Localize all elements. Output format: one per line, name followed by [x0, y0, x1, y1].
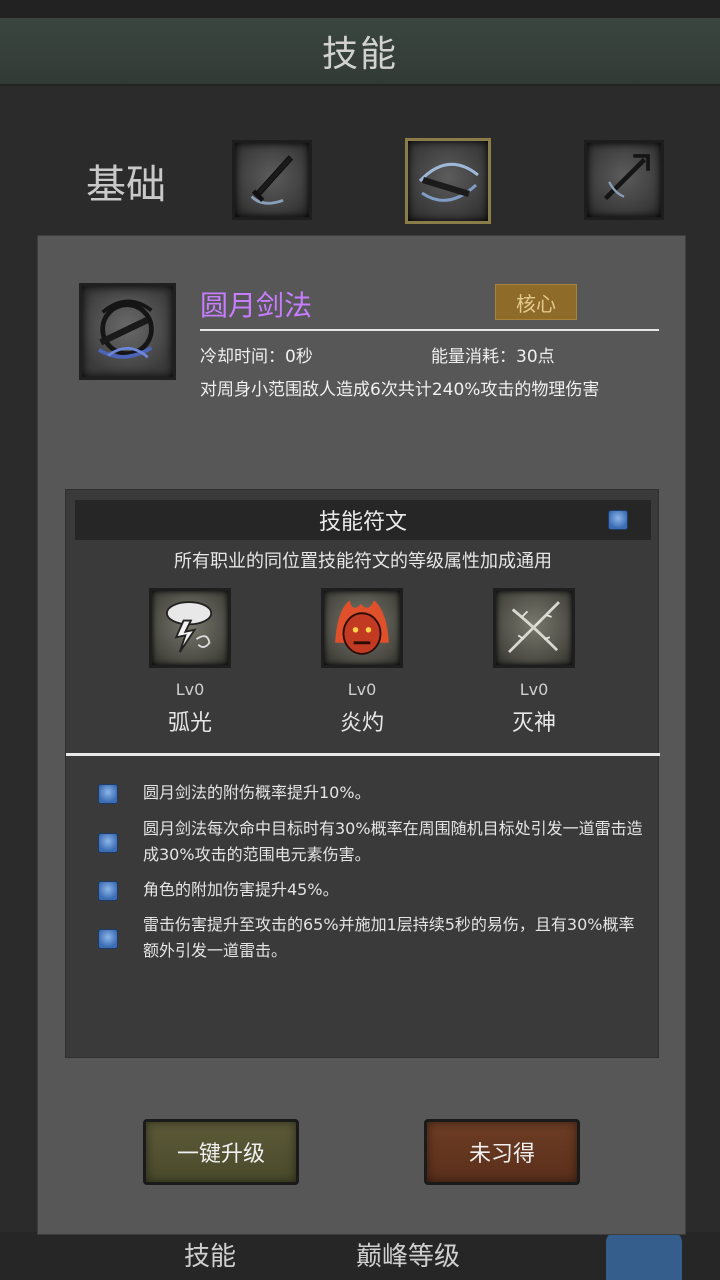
robot-icon[interactable]: [608, 510, 628, 530]
skill-detail-modal: 圆月剑法 核心 冷却时间：0秒 能量消耗：30点 对周身小范围敌人造成6次共计2…: [38, 236, 685, 1234]
dagger-slash-icon: [250, 155, 293, 205]
rune-effect-text: 圆月剑法的附伤概率提升10%。: [143, 783, 371, 802]
rune-effect-text: 雷击伤害提升至攻击的65%并施加1层持续5秒的易伤，且有30%概率额外引发一道雷…: [143, 915, 635, 960]
fire-demon-icon: [321, 588, 403, 668]
rune-level: Lv0: [175, 680, 205, 699]
rune-effect-text: 圆月剑法每次命中目标时有30%概率在周围随机目标处引发一道雷击造成30%攻击的范…: [143, 819, 643, 864]
skill-slot-3[interactable]: [584, 140, 664, 220]
status-strip: [0, 0, 720, 18]
rune-name: 弧光: [167, 711, 212, 736]
skill-slot-1[interactable]: [232, 140, 312, 220]
robot-icon: [98, 881, 118, 901]
skill-cooldown: 冷却时间：0秒: [200, 347, 313, 367]
rune-item-arc[interactable]: Lv0 弧光: [149, 588, 231, 737]
robot-icon: [98, 929, 118, 949]
robot-icon: [98, 833, 118, 853]
skill-slot-2-selected[interactable]: [405, 138, 491, 224]
unlearned-button[interactable]: 未习得: [424, 1119, 580, 1185]
page-header: 技能: [0, 18, 720, 86]
skill-icon: [79, 283, 176, 380]
robot-icon: [98, 784, 118, 804]
skill-name: 圆月剑法: [200, 289, 313, 322]
trident-spear-icon: [603, 154, 650, 201]
page-title: 技能: [321, 34, 398, 75]
category-label: 基础: [86, 162, 166, 208]
thorn-vine-icon: [493, 588, 575, 668]
rune-subtitle: 所有职业的同位置技能符文的等级属性加成通用: [174, 551, 552, 572]
robot-icon[interactable]: [606, 1232, 682, 1280]
rune-divider: [66, 753, 660, 756]
skill-description: 对周身小范围敌人造成6次共计240%攻击的物理伤害: [200, 380, 600, 400]
rune-level: Lv0: [347, 680, 377, 699]
rune-item-godslayer[interactable]: Lv0 灭神: [493, 588, 575, 737]
rune-title: 技能符文: [318, 510, 407, 535]
one-click-upgrade-button[interactable]: 一键升级: [143, 1119, 299, 1185]
crescent-sword-icon: [418, 162, 479, 202]
core-badge: 核心: [495, 284, 577, 320]
storm-cloud-icon: [149, 588, 231, 668]
rune-name: 炎灼: [339, 711, 384, 736]
rune-panel: 技能符文 所有职业的同位置技能符文的等级属性加成通用 Lv0 弧光 Lv0 炎灼…: [65, 489, 660, 1058]
nav-tab-skill[interactable]: 技能: [184, 1236, 236, 1280]
rune-title-bar: 技能符文: [75, 500, 651, 540]
nav-tab-peak-level[interactable]: 巅峰等级: [356, 1236, 460, 1280]
rune-name: 灭神: [511, 711, 556, 736]
rune-effect-text: 角色的附加伤害提升45%。: [143, 880, 339, 899]
skill-energy-cost: 能量消耗：30点: [431, 347, 555, 367]
rune-level: Lv0: [519, 680, 549, 699]
crescent-sword-icon: [97, 299, 154, 359]
divider: [200, 329, 659, 331]
rune-item-flame[interactable]: Lv0 炎灼: [321, 588, 403, 737]
